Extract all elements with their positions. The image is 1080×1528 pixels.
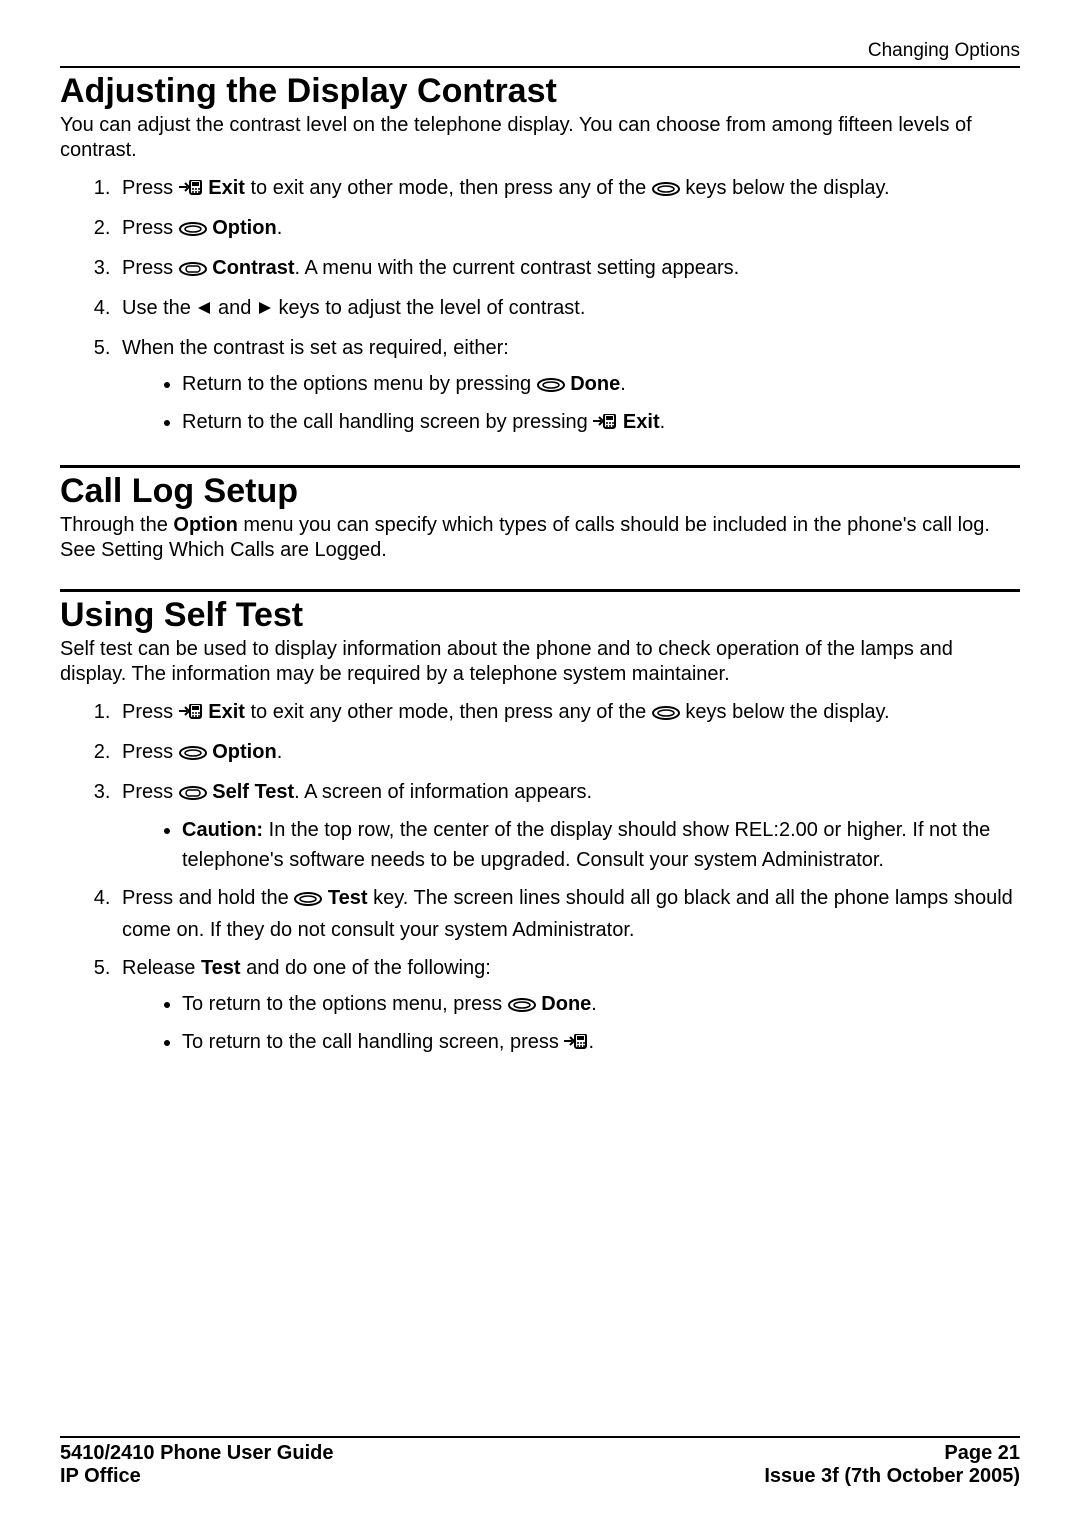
step-3-bullet-1: Caution: In the top row, the center of t… — [182, 815, 1020, 875]
footer-left-2: IP Office — [60, 1465, 141, 1488]
contrast-label: Contrast — [212, 257, 294, 279]
step-text: Use the — [122, 297, 196, 319]
bullet-text: . — [588, 1031, 594, 1053]
footer-right-1: Page 21 — [944, 1442, 1020, 1465]
section-body-call-log-setup: Through the Option menu you can specify … — [60, 513, 1020, 563]
right-arrow-icon — [257, 295, 273, 325]
step-text: to exit any other mode, then press any o… — [251, 701, 652, 723]
exit-icon — [564, 1029, 588, 1059]
steps-adjusting-contrast: Press Exit to exit any other mode, then … — [60, 173, 1020, 439]
exit-icon — [179, 175, 203, 205]
exit-label: Exit — [623, 411, 660, 433]
bullet-text: To return to the options menu, press — [182, 993, 508, 1015]
step-text: Press — [122, 781, 179, 803]
exit-icon — [593, 409, 617, 439]
step-text: Press — [122, 701, 179, 723]
bullet-text: To return to the call handling screen, p… — [182, 1031, 564, 1053]
bullet-text: In the top row, the center of the displa… — [182, 819, 990, 871]
step-3: Press Contrast. A menu with the current … — [116, 253, 1020, 285]
step-3: Press Self Test. A screen of information… — [116, 777, 1020, 875]
step-text: Press and hold the — [122, 887, 294, 909]
step-text: . A menu with the current contrast setti… — [294, 257, 739, 279]
done-label: Done — [570, 373, 620, 395]
bullet-text: Return to the call handling screen by pr… — [182, 411, 593, 433]
step-5-bullets: To return to the options menu, press Don… — [122, 989, 1020, 1059]
step-text: Press — [122, 741, 179, 763]
step-1: Press Exit to exit any other mode, then … — [116, 173, 1020, 205]
step-5-bullet-1: To return to the options menu, press Don… — [182, 989, 1020, 1021]
softkey-icon — [652, 699, 680, 729]
step-5: Release Test and do one of the following… — [116, 953, 1020, 1059]
step-text: . — [277, 217, 283, 239]
step-4: Use the and keys to adjust the level of … — [116, 293, 1020, 325]
softkey-icon — [179, 739, 207, 769]
feature-key-icon — [179, 779, 207, 809]
exit-label: Exit — [208, 177, 245, 199]
step-text: keys below the display. — [685, 701, 889, 723]
test-label: Test — [328, 887, 368, 909]
footer-right-2: Issue 3f (7th October 2005) — [764, 1465, 1020, 1488]
step-text: . — [277, 741, 283, 763]
section-intro-adjusting-contrast: You can adjust the contrast level on the… — [60, 113, 1020, 163]
step-text: When the contrast is set as required, ei… — [122, 337, 509, 359]
step-text: Press — [122, 177, 179, 199]
step-5-bullets: Return to the options menu by pressing D… — [122, 369, 1020, 439]
self-test-label: Self Test — [212, 781, 294, 803]
step-text: keys to adjust the level of contrast. — [279, 297, 586, 319]
bullet-text: . — [591, 993, 597, 1015]
step-5: When the contrast is set as required, ei… — [116, 333, 1020, 439]
step-2: Press Option. — [116, 737, 1020, 769]
done-label: Done — [541, 993, 591, 1015]
step-4: Press and hold the Test key. The screen … — [116, 883, 1020, 945]
step-5-bullet-2: Return to the call handling screen by pr… — [182, 407, 1020, 439]
exit-icon — [179, 699, 203, 729]
step-text: and — [218, 297, 257, 319]
section-intro-using-self-test: Self test can be used to display informa… — [60, 637, 1020, 687]
step-3-bullets: Caution: In the top row, the center of t… — [122, 815, 1020, 875]
page-header-right: Changing Options — [60, 40, 1020, 66]
step-5-bullet-2: To return to the call handling screen, p… — [182, 1027, 1020, 1059]
section-rule — [60, 589, 1020, 592]
section-title-adjusting-contrast: Adjusting the Display Contrast — [60, 72, 1020, 111]
step-text: . A screen of information appears. — [294, 781, 592, 803]
bullet-text: Return to the options menu by pressing — [182, 373, 537, 395]
step-text: keys below the display. — [685, 177, 889, 199]
feature-key-icon — [179, 255, 207, 285]
steps-using-self-test: Press Exit to exit any other mode, then … — [60, 697, 1020, 1059]
bullet-text: . — [620, 373, 626, 395]
option-label: Option — [212, 741, 276, 763]
test-label: Test — [201, 957, 241, 979]
step-5-bullet-1: Return to the options menu by pressing D… — [182, 369, 1020, 401]
softkey-icon — [179, 215, 207, 245]
left-arrow-icon — [196, 295, 212, 325]
section-title-call-log-setup: Call Log Setup — [60, 472, 1020, 511]
caution-label: Caution: — [182, 819, 263, 841]
step-text: Press — [122, 217, 179, 239]
page-footer: 5410/2410 Phone User Guide Page 21 IP Of… — [60, 1436, 1020, 1488]
header-rule — [60, 66, 1020, 68]
bullet-text: . — [660, 411, 666, 433]
section-rule — [60, 465, 1020, 468]
footer-left-1: 5410/2410 Phone User Guide — [60, 1442, 333, 1465]
softkey-icon — [652, 175, 680, 205]
softkey-icon — [508, 991, 536, 1021]
softkey-icon — [294, 885, 322, 915]
softkey-icon — [537, 371, 565, 401]
step-text: and do one of the following: — [241, 957, 491, 979]
step-text: Release — [122, 957, 201, 979]
step-1: Press Exit to exit any other mode, then … — [116, 697, 1020, 729]
footer-rule — [60, 1436, 1020, 1438]
step-text: to exit any other mode, then press any o… — [251, 177, 652, 199]
text: Through the — [60, 514, 173, 536]
step-2: Press Option. — [116, 213, 1020, 245]
exit-label: Exit — [208, 701, 245, 723]
section-title-using-self-test: Using Self Test — [60, 596, 1020, 635]
option-label: Option — [212, 217, 276, 239]
option-label: Option — [173, 514, 237, 536]
step-text: Press — [122, 257, 179, 279]
